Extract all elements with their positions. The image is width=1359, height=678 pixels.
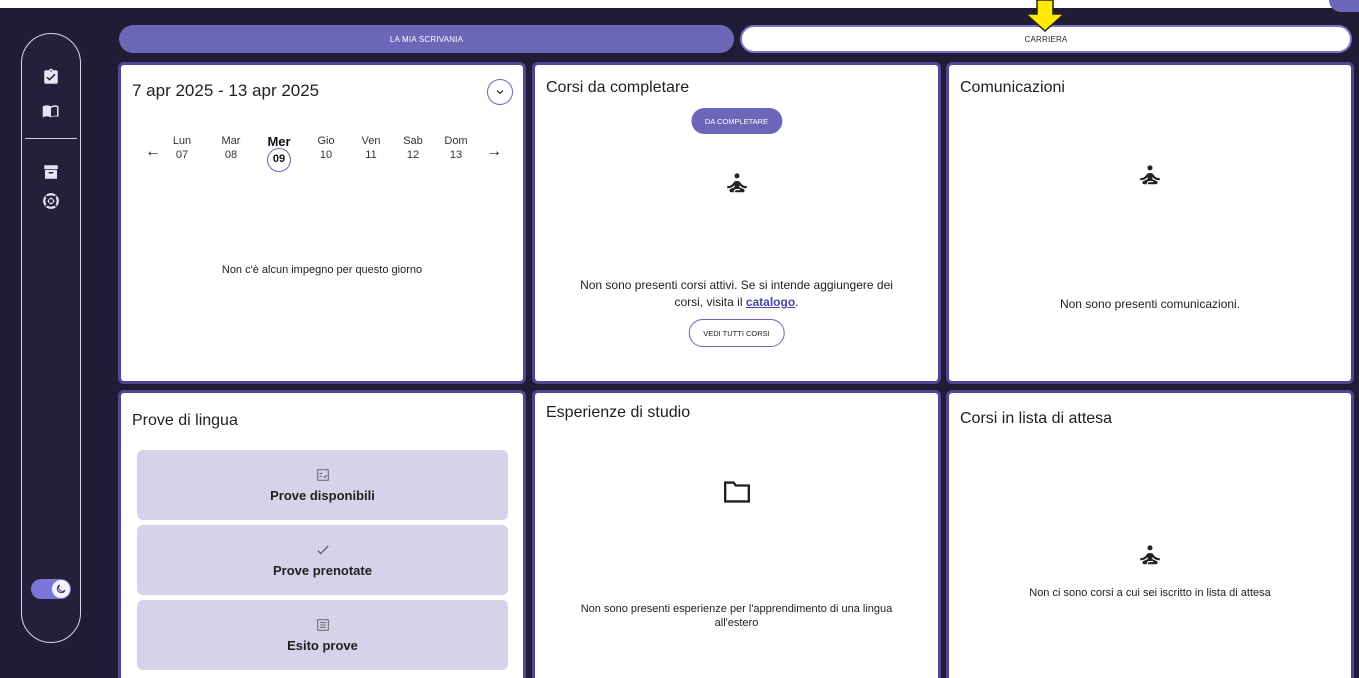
calendar-card: 7 apr 2025 - 13 apr 2025 ← → Lun 07 Mar … <box>118 62 526 384</box>
card-title: Corsi in lista di attesa <box>960 410 1113 427</box>
prove-prenotate-item[interactable]: Prove prenotate <box>137 525 508 595</box>
corsi-lista-attesa-card: Corsi in lista di attesa Non ci sono cor… <box>946 390 1354 678</box>
day-name: Sab <box>403 135 423 147</box>
day-name: Gio <box>317 135 335 147</box>
lista-empty-text: Non ci sono corsi a cui sei iscritto in … <box>1029 587 1271 599</box>
prove-item-label: Prove prenotate <box>273 562 372 578</box>
vedi-tutti-corsi-button[interactable]: VEDI TUTTI CORSI <box>688 319 785 347</box>
day-number: 09 <box>267 148 291 172</box>
card-title: Comunicazioni <box>960 79 1065 96</box>
da-completare-button[interactable]: DA COMPLETARE <box>690 108 783 134</box>
day-number: 12 <box>406 149 420 161</box>
archive-icon[interactable] <box>38 159 64 185</box>
day-name: Mar <box>221 135 241 147</box>
list-icon <box>316 618 329 631</box>
calendar-range: 7 apr 2025 - 13 apr 2025 <box>132 81 320 100</box>
theme-toggle[interactable] <box>31 579 71 599</box>
check-icon <box>316 545 329 554</box>
day-name: Dom <box>444 135 468 147</box>
day-mar[interactable]: Mar 08 <box>216 135 246 162</box>
clipboard-check-icon[interactable] <box>38 64 64 90</box>
arrow-down-icon <box>1024 0 1066 32</box>
corsi-empty-period: . <box>795 295 799 309</box>
day-mer-selected[interactable]: Mer 09 <box>264 135 294 172</box>
day-gio[interactable]: Gio 10 <box>311 135 341 162</box>
prove-disponibili-item[interactable]: Prove disponibili <box>137 450 508 520</box>
folder-icon <box>723 481 750 503</box>
day-number: 13 <box>449 149 463 161</box>
meditation-icon <box>1140 545 1160 565</box>
day-ven[interactable]: Ven 11 <box>356 135 386 162</box>
day-number: 10 <box>319 149 333 161</box>
sidebar-divider <box>25 138 77 139</box>
day-name: Lun <box>172 135 192 147</box>
next-week-arrow-icon[interactable]: → <box>486 143 502 161</box>
tab-la-mia-scrivania[interactable]: LA MIA SCRIVANIA <box>119 25 734 53</box>
corsi-empty-message: Non sono presenti corsi attivi. Se si in… <box>580 278 893 309</box>
chevron-down-icon <box>496 90 504 95</box>
esito-prove-item[interactable]: Esito prove <box>137 600 508 670</box>
day-number: 11 <box>365 149 377 161</box>
calendar-empty-text: Non c'è alcun impegno per questo giorno <box>221 264 423 276</box>
card-title: Prove di lingua <box>132 412 238 429</box>
prove-item-label: Prove disponibili <box>270 487 375 503</box>
corner-pill <box>1329 0 1359 12</box>
esperienze-empty-text: Non sono presenti esperienze per l'appre… <box>580 603 893 629</box>
day-name: Ven <box>361 135 381 147</box>
checklist-icon <box>316 468 329 481</box>
corsi-da-completare-card: Corsi da completare DA COMPLETARE Non so… <box>532 62 941 384</box>
lifebuoy-icon[interactable] <box>38 188 64 214</box>
day-name: Mer <box>267 134 291 149</box>
day-number: 07 <box>175 149 189 161</box>
sidebar <box>21 33 81 643</box>
meditation-icon <box>1140 165 1160 185</box>
comunicazioni-empty-text: Non sono presenti comunicazioni. <box>1059 297 1241 311</box>
card-title: Esperienze di studio <box>546 404 691 421</box>
prove-item-label: Esito prove <box>287 637 358 653</box>
expand-calendar-button[interactable] <box>487 79 513 105</box>
day-sab[interactable]: Sab 12 <box>398 135 428 162</box>
top-strip <box>0 0 1359 8</box>
day-dom[interactable]: Dom 13 <box>441 135 471 162</box>
meditation-icon <box>726 173 747 193</box>
day-number: 08 <box>224 149 238 161</box>
comunicazioni-card: Comunicazioni Non sono presenti comunica… <box>946 62 1354 384</box>
card-title: Corsi da completare <box>546 79 690 96</box>
prev-week-arrow-icon[interactable]: ← <box>145 143 161 161</box>
day-lun[interactable]: Lun 07 <box>167 135 197 162</box>
esperienze-di-studio-card: Esperienze di studio Non sono presenti e… <box>532 390 941 678</box>
catalogo-link[interactable]: catalogo <box>746 295 795 309</box>
book-icon[interactable] <box>38 98 64 124</box>
corsi-empty-text: Non sono presenti corsi attivi. Se si in… <box>535 277 938 311</box>
moon-icon <box>52 580 70 598</box>
prove-di-lingua-card: Prove di lingua Prove disponibili Prove … <box>118 390 526 678</box>
